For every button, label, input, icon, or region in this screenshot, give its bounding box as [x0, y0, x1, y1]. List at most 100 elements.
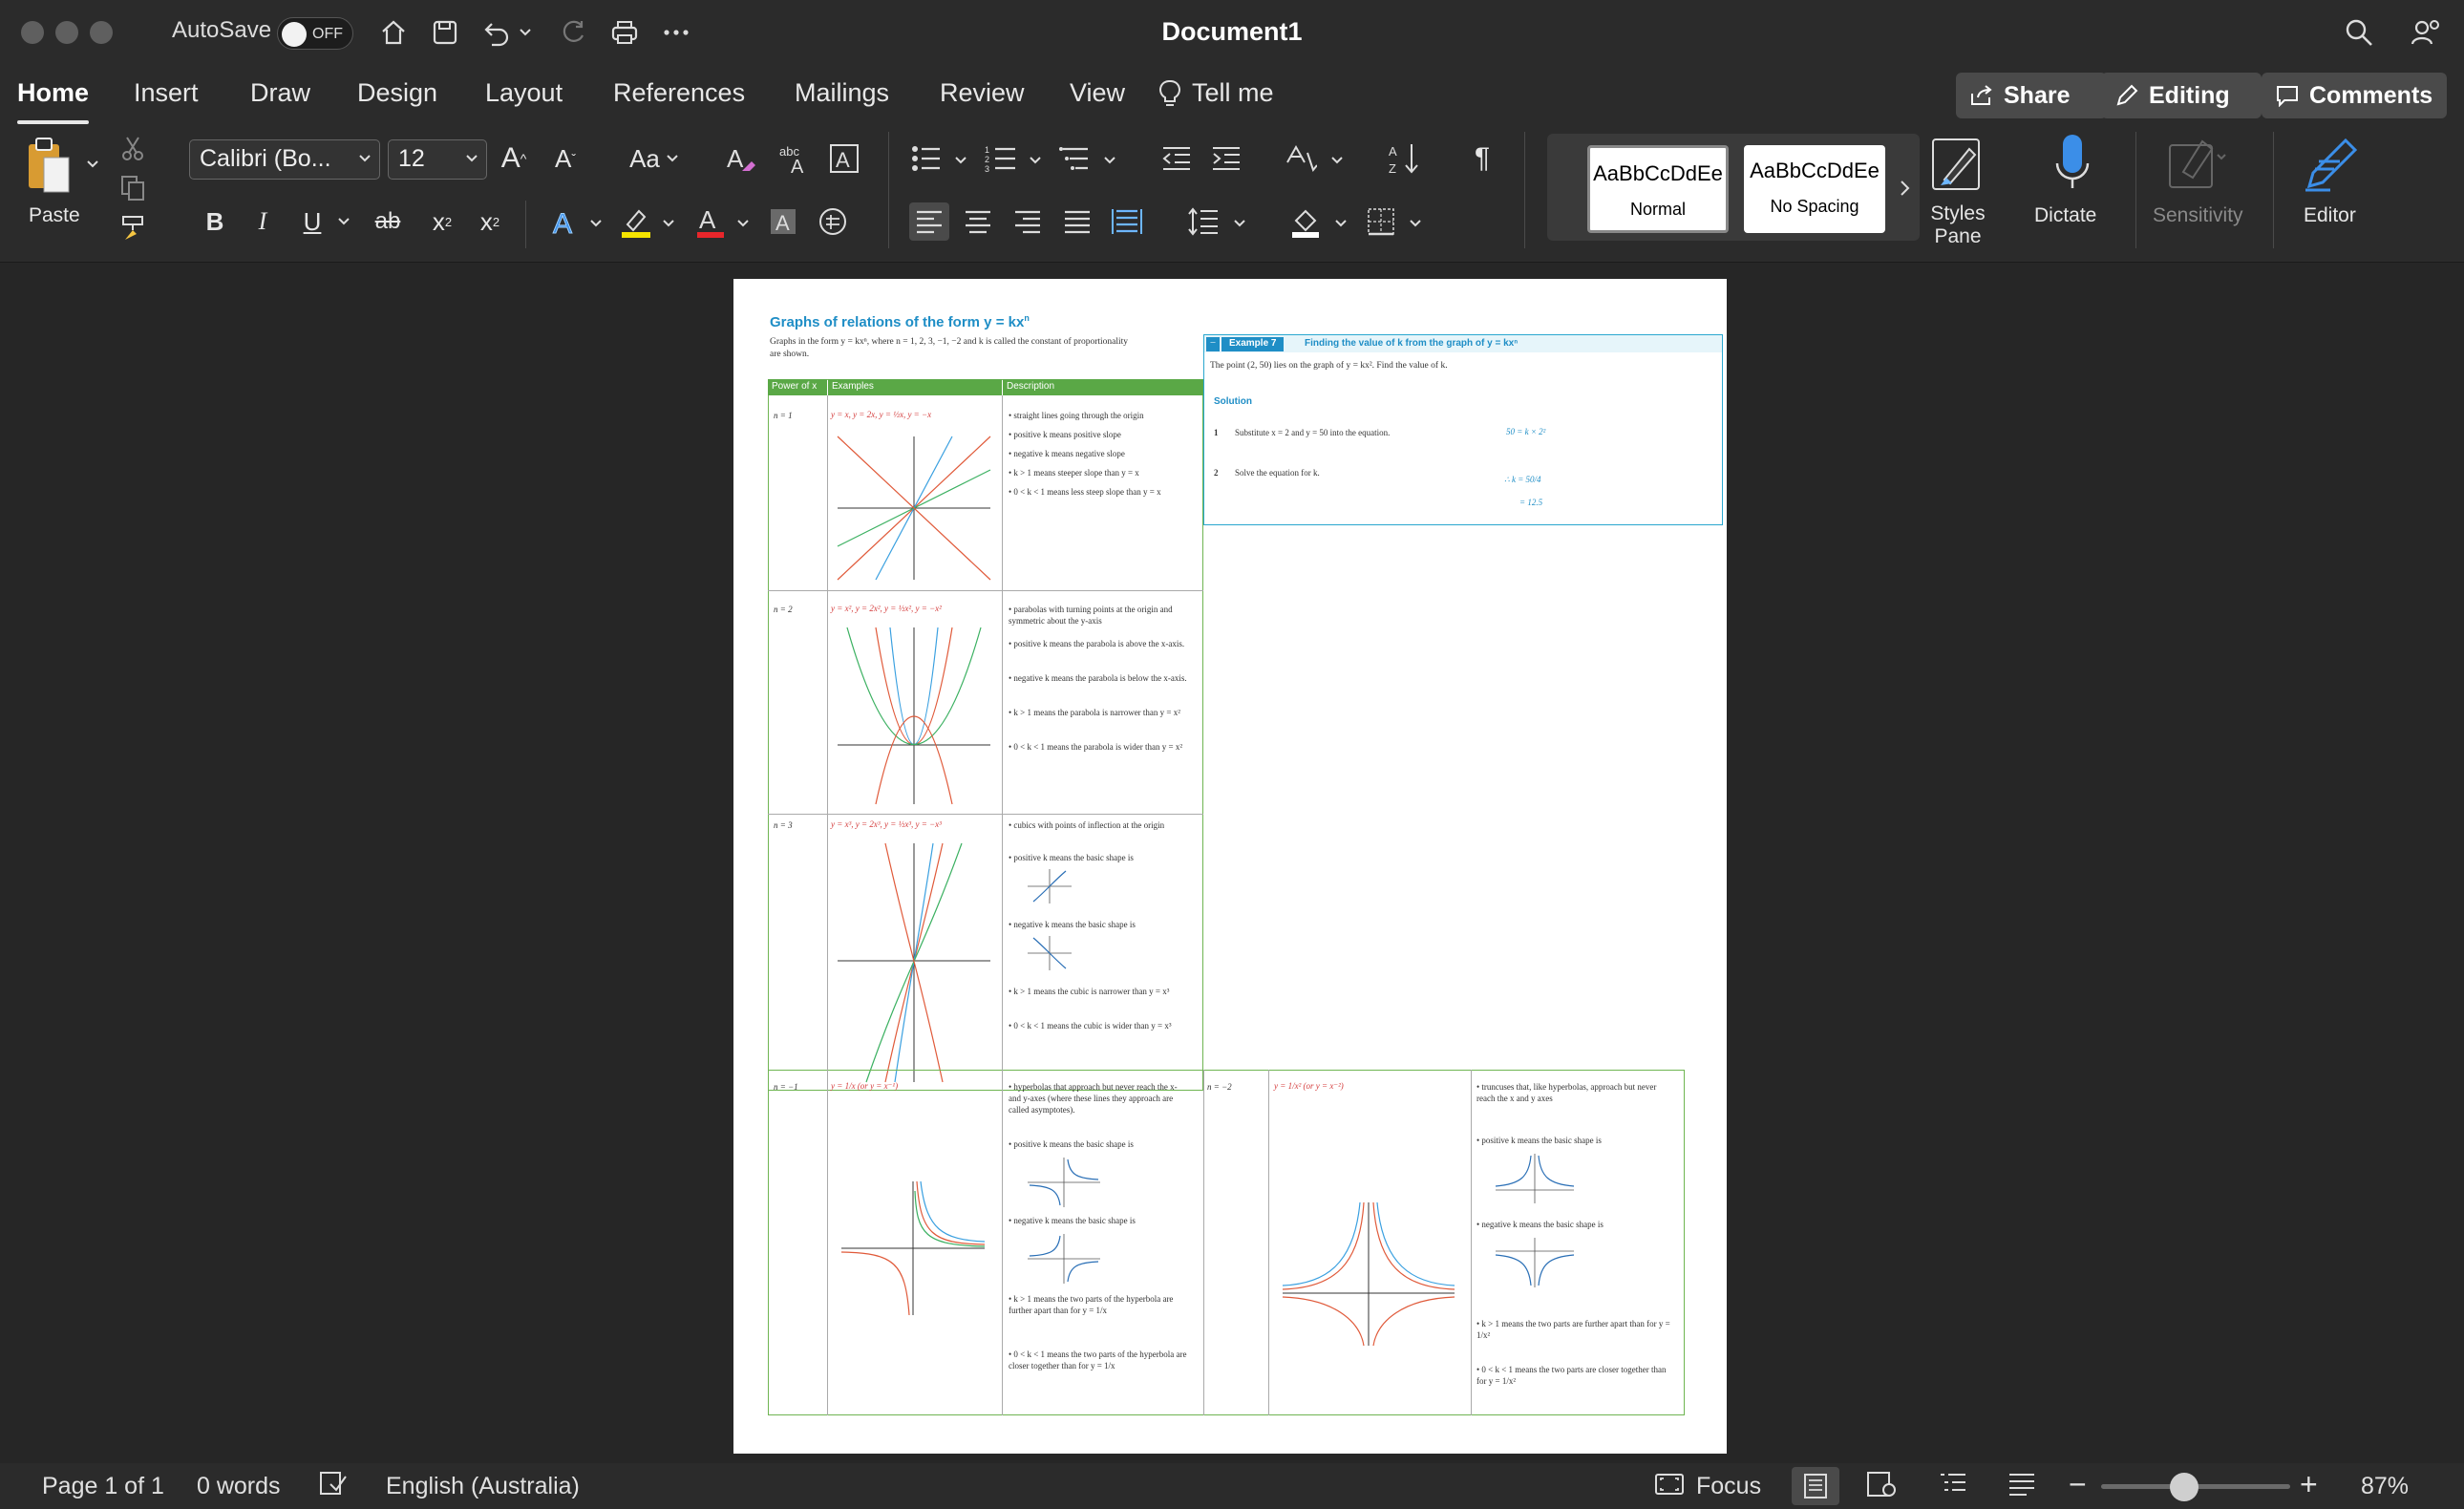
- line-spacing-icon[interactable]: [1184, 202, 1222, 241]
- autosave-toggle[interactable]: OFF: [277, 17, 353, 50]
- tell-me[interactable]: Tell me: [1159, 78, 1274, 108]
- tab-mailings[interactable]: Mailings: [795, 78, 889, 108]
- shading-dropdown-icon[interactable]: [1331, 212, 1350, 235]
- justify-icon[interactable]: [1058, 202, 1096, 241]
- highlight-icon[interactable]: [617, 202, 655, 241]
- word-count[interactable]: 0 words: [197, 1473, 281, 1500]
- cut-icon[interactable]: [118, 134, 147, 162]
- distributed-icon[interactable]: [1108, 202, 1146, 241]
- outline-icon[interactable]: [1939, 1471, 1967, 1504]
- undo-dropdown-icon[interactable]: [516, 13, 535, 52]
- zoom-slider-thumb[interactable]: [2170, 1473, 2198, 1501]
- tab-view[interactable]: View: [1070, 78, 1125, 108]
- close-window-button[interactable]: [21, 21, 44, 44]
- microphone-icon[interactable]: [2046, 132, 2099, 199]
- redo-icon[interactable]: [554, 13, 592, 52]
- borders-dropdown-icon[interactable]: [1406, 212, 1425, 235]
- more-icon[interactable]: [657, 13, 695, 52]
- style-normal[interactable]: AaBbCcDdEe Normal: [1587, 145, 1729, 233]
- document-page[interactable]: Graphs of relations of the form y = kx n …: [733, 279, 1727, 1454]
- highlight-dropdown-icon[interactable]: [659, 212, 678, 235]
- account-icon[interactable]: [2407, 13, 2445, 52]
- underline-dropdown-icon[interactable]: [334, 210, 353, 233]
- print-icon[interactable]: [605, 13, 644, 52]
- editing-button[interactable]: Editing: [2101, 73, 2262, 118]
- bullets-icon[interactable]: [907, 139, 945, 178]
- home-icon[interactable]: [374, 13, 413, 52]
- copy-icon[interactable]: [117, 174, 149, 202]
- zoom-level[interactable]: 87%: [2361, 1473, 2409, 1500]
- styles-pane-icon[interactable]: [1931, 136, 1985, 193]
- underline-button[interactable]: U: [296, 202, 329, 241]
- focus-label[interactable]: Focus: [1696, 1473, 1761, 1500]
- minimize-window-button[interactable]: [55, 21, 78, 44]
- bullets-dropdown-icon[interactable]: [951, 149, 970, 172]
- italic-button[interactable]: I: [246, 202, 279, 241]
- share-button[interactable]: Share: [1956, 73, 2107, 118]
- increase-indent-icon[interactable]: [1207, 139, 1245, 178]
- numbering-dropdown-icon[interactable]: [1026, 149, 1045, 172]
- paste-dropdown-icon[interactable]: [84, 155, 101, 174]
- numbering-icon[interactable]: 123: [982, 139, 1020, 178]
- font-size-dropdown[interactable]: 12: [388, 139, 487, 180]
- sensitivity-icon[interactable]: [2166, 132, 2229, 195]
- align-left-icon[interactable]: [909, 202, 949, 241]
- zoom-in-button[interactable]: +: [2300, 1467, 2318, 1502]
- format-painter-icon[interactable]: [115, 212, 151, 243]
- editor-icon[interactable]: [2302, 132, 2365, 195]
- superscript-label: x: [479, 206, 493, 236]
- shrink-font-icon[interactable]: Aˇ: [546, 139, 584, 178]
- text-box-icon[interactable]: A: [825, 139, 863, 178]
- print-layout-icon[interactable]: [1792, 1467, 1839, 1505]
- tab-review[interactable]: Review: [940, 78, 1025, 108]
- tab-references[interactable]: References: [613, 78, 745, 108]
- text-direction-dropdown-icon[interactable]: [1328, 149, 1347, 172]
- focus-icon[interactable]: [1654, 1471, 1685, 1504]
- draft-icon[interactable]: [2007, 1471, 2036, 1504]
- tab-home[interactable]: Home: [17, 78, 90, 124]
- borders-icon[interactable]: [1362, 202, 1400, 241]
- paste-icon[interactable]: [25, 134, 73, 201]
- font-color-icon[interactable]: A: [691, 202, 730, 241]
- zoom-out-button[interactable]: −: [2069, 1467, 2087, 1502]
- align-right-icon[interactable]: [1009, 202, 1047, 241]
- save-icon[interactable]: [426, 13, 464, 52]
- undo-icon[interactable]: [478, 13, 516, 52]
- tab-design[interactable]: Design: [357, 78, 437, 108]
- subscript-button[interactable]: x2: [426, 202, 458, 241]
- sort-icon[interactable]: AZ: [1385, 139, 1423, 178]
- font-color-dropdown-icon[interactable]: [733, 212, 753, 235]
- character-shading-icon[interactable]: A: [764, 202, 802, 241]
- style-no-spacing[interactable]: AaBbCcDdEe No Spacing: [1744, 145, 1885, 233]
- grow-font-icon[interactable]: A ^: [495, 139, 533, 178]
- change-case-button[interactable]: Aa: [621, 139, 688, 178]
- font-name-dropdown[interactable]: Calibri (Bo...: [189, 139, 380, 180]
- tab-insert[interactable]: Insert: [134, 78, 199, 108]
- text-direction-icon[interactable]: [1282, 139, 1320, 178]
- strikethrough-button[interactable]: ab: [369, 202, 407, 241]
- multilevel-dropdown-icon[interactable]: [1100, 149, 1119, 172]
- text-effects-abc-icon[interactable]: abc A: [775, 139, 814, 178]
- decrease-indent-icon[interactable]: [1158, 139, 1196, 178]
- superscript-button[interactable]: x2: [474, 202, 506, 241]
- show-formatting-marks-icon[interactable]: ¶: [1463, 139, 1501, 178]
- proofing-icon[interactable]: [319, 1471, 348, 1504]
- tab-layout[interactable]: Layout: [485, 78, 563, 108]
- multilevel-list-icon[interactable]: [1056, 139, 1094, 178]
- text-effects-icon[interactable]: A: [546, 202, 584, 241]
- page-count[interactable]: Page 1 of 1: [42, 1473, 164, 1500]
- comments-button[interactable]: Comments: [2262, 73, 2447, 118]
- shading-icon[interactable]: [1287, 202, 1326, 241]
- search-icon[interactable]: [2340, 13, 2378, 52]
- web-layout-icon[interactable]: [1866, 1471, 1897, 1504]
- zoom-window-button[interactable]: [90, 21, 113, 44]
- styles-more-icon[interactable]: [1895, 174, 1916, 202]
- align-center-icon[interactable]: [959, 202, 997, 241]
- tab-draw[interactable]: Draw: [250, 78, 310, 108]
- enclose-characters-icon[interactable]: [814, 202, 852, 241]
- bold-button[interactable]: B: [199, 202, 231, 241]
- text-effects-dropdown-icon[interactable]: [586, 212, 605, 235]
- language[interactable]: English (Australia): [386, 1473, 580, 1500]
- clear-formatting-icon[interactable]: A: [722, 139, 760, 178]
- line-spacing-dropdown-icon[interactable]: [1230, 212, 1249, 235]
